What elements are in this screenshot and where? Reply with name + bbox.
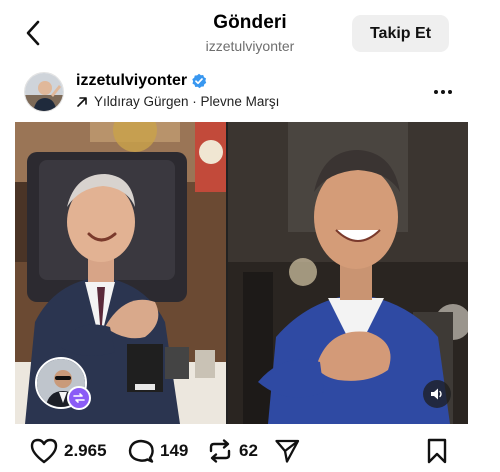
more-options-button[interactable]: [428, 80, 458, 104]
like-button[interactable]: 2.965: [30, 438, 107, 464]
post-username[interactable]: izzetulviyonter: [76, 72, 207, 90]
comment-button[interactable]: 149: [128, 438, 188, 464]
media-right-photo: [228, 122, 468, 424]
back-button[interactable]: [18, 18, 48, 48]
chevron-left-icon: [26, 20, 40, 46]
remix-badge[interactable]: [67, 386, 91, 410]
repost-icon: [209, 439, 231, 463]
comment-icon: [128, 439, 154, 463]
heart-icon: [30, 438, 58, 464]
more-dot: [448, 90, 452, 94]
more-dot: [441, 90, 445, 94]
sound-toggle-button[interactable]: [423, 380, 451, 408]
send-icon: [275, 439, 300, 463]
arrow-up-right-icon: [77, 96, 87, 107]
post-media[interactable]: [15, 122, 468, 424]
top-bar: Gönderi izzetulviyonter Takip Et: [0, 0, 500, 64]
remix-icon: [73, 393, 85, 403]
media-left-photo: [15, 122, 226, 424]
audio-link[interactable]: Yıldıray Gürgen · Plevne Marşı: [76, 94, 279, 109]
action-bar: 2.965 149 62: [0, 432, 500, 472]
avatar[interactable]: [24, 72, 64, 112]
save-button[interactable]: [426, 438, 448, 464]
verified-badge-icon: [191, 73, 207, 89]
more-horizontal-icon: [434, 90, 438, 94]
follow-button[interactable]: Takip Et: [352, 15, 449, 52]
post-header: izzetulviyonter Yıldıray Gürgen · Plevne…: [0, 66, 500, 118]
repost-button[interactable]: 62: [207, 438, 258, 464]
speaker-icon: [431, 388, 442, 400]
repost-count: 62: [239, 441, 258, 460]
like-count: 2.965: [64, 441, 107, 460]
audio-label: Yıldıray Gürgen · Plevne Marşı: [94, 94, 280, 109]
share-button[interactable]: [274, 438, 300, 464]
username-text: izzetulviyonter: [76, 72, 188, 89]
bookmark-icon: [427, 438, 447, 464]
comment-count: 149: [160, 441, 189, 460]
